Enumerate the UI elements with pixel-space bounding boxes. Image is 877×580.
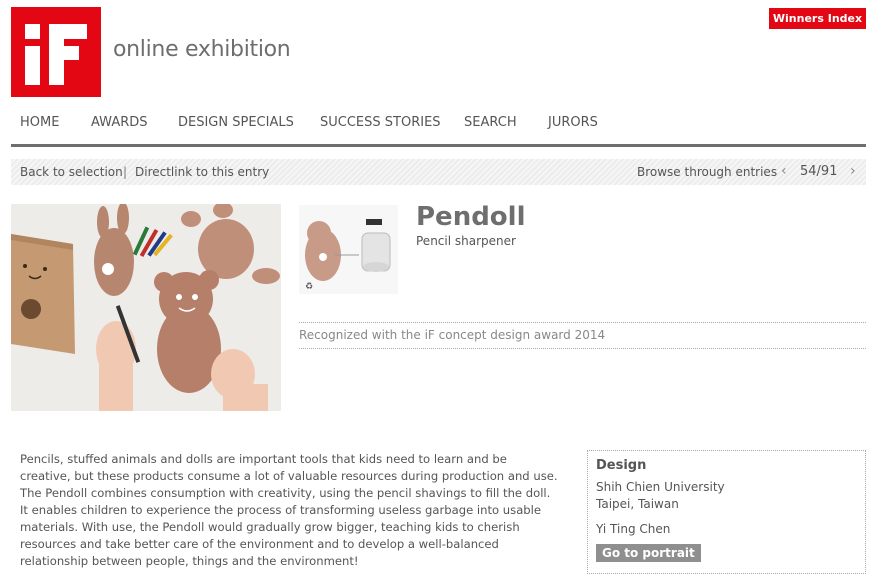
- design-heading: Design: [596, 458, 647, 473]
- entry-navigation-bar: Back to selection | Directlink to this e…: [11, 159, 866, 185]
- chevron-left-icon[interactable]: ‹: [781, 163, 787, 179]
- if-logo[interactable]: [11, 7, 101, 97]
- logo-f-mid: [49, 46, 79, 60]
- product-description: Pencils, stuffed animals and dolls are i…: [20, 452, 558, 568]
- chevron-right-icon[interactable]: ›: [850, 163, 856, 179]
- product-name: Pendoll: [416, 202, 526, 232]
- nav-home[interactable]: HOME: [20, 115, 59, 130]
- nav-awards[interactable]: AWARDS: [91, 115, 148, 130]
- design-credits-box: Design Shih Chien University Taipei, Tai…: [587, 450, 866, 574]
- browse-label: Browse through entries: [637, 165, 778, 179]
- separator: |: [123, 165, 128, 179]
- design-organization: Shih Chien University: [596, 480, 725, 494]
- nav-design-specials[interactable]: DESIGN SPECIALS: [178, 115, 294, 130]
- main-nav: HOME AWARDS DESIGN SPECIALS SUCCESS STOR…: [11, 115, 866, 147]
- entry-counter: 54/91: [800, 164, 838, 179]
- product-photo: [11, 204, 281, 411]
- product-main-image[interactable]: [11, 204, 281, 411]
- nav-success-stories[interactable]: SUCCESS STORIES: [320, 115, 441, 130]
- svg-text:♻: ♻: [305, 282, 313, 292]
- design-location: Taipei, Taiwan: [596, 497, 679, 511]
- direct-link[interactable]: Directlink to this entry: [135, 165, 269, 179]
- logo-i-dot: [25, 24, 40, 39]
- award-line: Recognized with the iF concept design aw…: [299, 322, 866, 349]
- site-title: online exhibition: [113, 37, 291, 62]
- product-category: Pencil sharpener: [416, 234, 516, 248]
- designer-name: Yi Ting Chen: [596, 522, 671, 536]
- logo-f-top: [49, 24, 87, 39]
- nav-jurors[interactable]: JURORS: [548, 115, 598, 130]
- logo-i-stem: [25, 46, 40, 85]
- product-thumbnail[interactable]: ♻: [299, 205, 398, 294]
- back-to-selection-link[interactable]: Back to selection: [20, 165, 123, 179]
- winners-index-button[interactable]: Winners Index: [769, 8, 866, 29]
- thumbnail-image: ♻: [299, 205, 398, 294]
- nav-search[interactable]: SEARCH: [464, 115, 517, 130]
- award-text: Recognized with the iF concept design aw…: [299, 328, 606, 342]
- go-to-portrait-button[interactable]: Go to portrait: [596, 544, 701, 562]
